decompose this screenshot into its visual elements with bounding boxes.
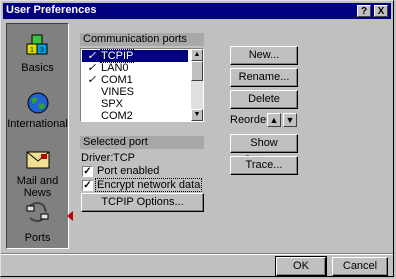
category-sidebar: 1 3 Basics International Mail and News P… — [6, 23, 69, 249]
close-button[interactable]: X — [374, 5, 388, 17]
window-title: User Preferences — [6, 4, 97, 16]
scroll-down-icon[interactable]: ▼ — [191, 109, 203, 121]
list-item-label: SPX — [101, 98, 124, 110]
help-button[interactable]: ? — [357, 5, 371, 17]
list-item-label: VINES — [101, 86, 135, 98]
sidebar-item-international[interactable]: International — [7, 86, 68, 134]
user-preferences-window: User Preferences ? X 1 3 Basics Internat… — [0, 0, 394, 277]
svg-text:3: 3 — [40, 47, 44, 54]
list-item-label: TCPIP — [99, 49, 135, 63]
check-mark-icon: ✓ — [87, 62, 97, 74]
list-item[interactable]: ✓ TCPIP — [82, 49, 188, 63]
sidebar-item-label: Basics — [21, 62, 54, 74]
check-mark-icon: ✓ — [87, 74, 97, 86]
ports-icon — [26, 202, 49, 222]
sidebar-item-mail-and-news[interactable]: Mail and News — [7, 144, 68, 199]
scroll-up-icon[interactable]: ▲ — [191, 49, 203, 61]
move-up-icon[interactable]: ▲ — [267, 113, 281, 127]
ok-button[interactable]: OK — [275, 256, 327, 277]
encrypt-network-data-label: Encrypt network data — [94, 178, 203, 192]
svg-text:1: 1 — [30, 47, 34, 54]
blocks-icon: 1 3 — [26, 34, 48, 55]
selected-port-header: Selected port — [80, 136, 204, 149]
list-item-label: COM2 — [101, 110, 133, 122]
show-status-button[interactable]: Show Status... — [230, 134, 298, 166]
delete-button[interactable]: Delete — [230, 90, 298, 109]
sidebar-item-label: Ports — [24, 232, 51, 244]
check-mark-icon: ✓ — [87, 50, 97, 62]
sidebar-item-basics[interactable]: 1 3 Basics — [7, 28, 68, 76]
port-enabled-label: Port enabled — [97, 165, 160, 177]
scroll-thumb[interactable] — [191, 61, 203, 81]
tcpip-options-button[interactable]: TCPIP Options... — [81, 193, 204, 212]
communication-ports-header: Communication ports — [80, 33, 204, 46]
move-down-icon[interactable]: ▼ — [283, 113, 297, 127]
driver-label: Driver: — [81, 152, 114, 164]
globe-icon — [27, 92, 49, 114]
list-item[interactable]: VINES — [82, 86, 188, 98]
cancel-button[interactable]: Cancel — [332, 257, 388, 276]
port-enabled-checkbox[interactable]: ✓ — [82, 166, 93, 177]
sidebar-item-ports[interactable]: Ports — [7, 196, 68, 248]
driver-value: TCP — [113, 152, 135, 164]
list-item[interactable]: SPX — [82, 98, 188, 110]
trace-button[interactable]: Trace... — [230, 156, 298, 175]
list-item-label: LAN0 — [101, 62, 129, 74]
communication-ports-list[interactable]: ✓ TCPIP ✓ LAN0 ✓ COM1 VINES SPX COM2 ▲ ▼ — [80, 48, 204, 122]
encrypt-network-data-checkbox[interactable]: ✓ — [82, 180, 93, 191]
sidebar-item-label: International — [7, 118, 68, 130]
footer-divider — [1, 253, 393, 255]
mail-icon — [26, 151, 50, 169]
list-item[interactable]: ✓ COM1 — [82, 74, 188, 86]
vertical-scrollbar[interactable]: ▲ ▼ — [191, 49, 203, 121]
reorder-label: Reorder — [230, 114, 270, 126]
selection-pointer-icon — [67, 211, 73, 221]
rename-button[interactable]: Rename... — [230, 68, 298, 87]
list-item-label: COM1 — [101, 74, 133, 86]
list-item[interactable]: ✓ LAN0 — [82, 62, 188, 74]
new-button[interactable]: New... — [230, 46, 298, 65]
list-item[interactable]: COM2 — [82, 110, 188, 122]
title-bar: User Preferences ? X — [3, 3, 391, 19]
